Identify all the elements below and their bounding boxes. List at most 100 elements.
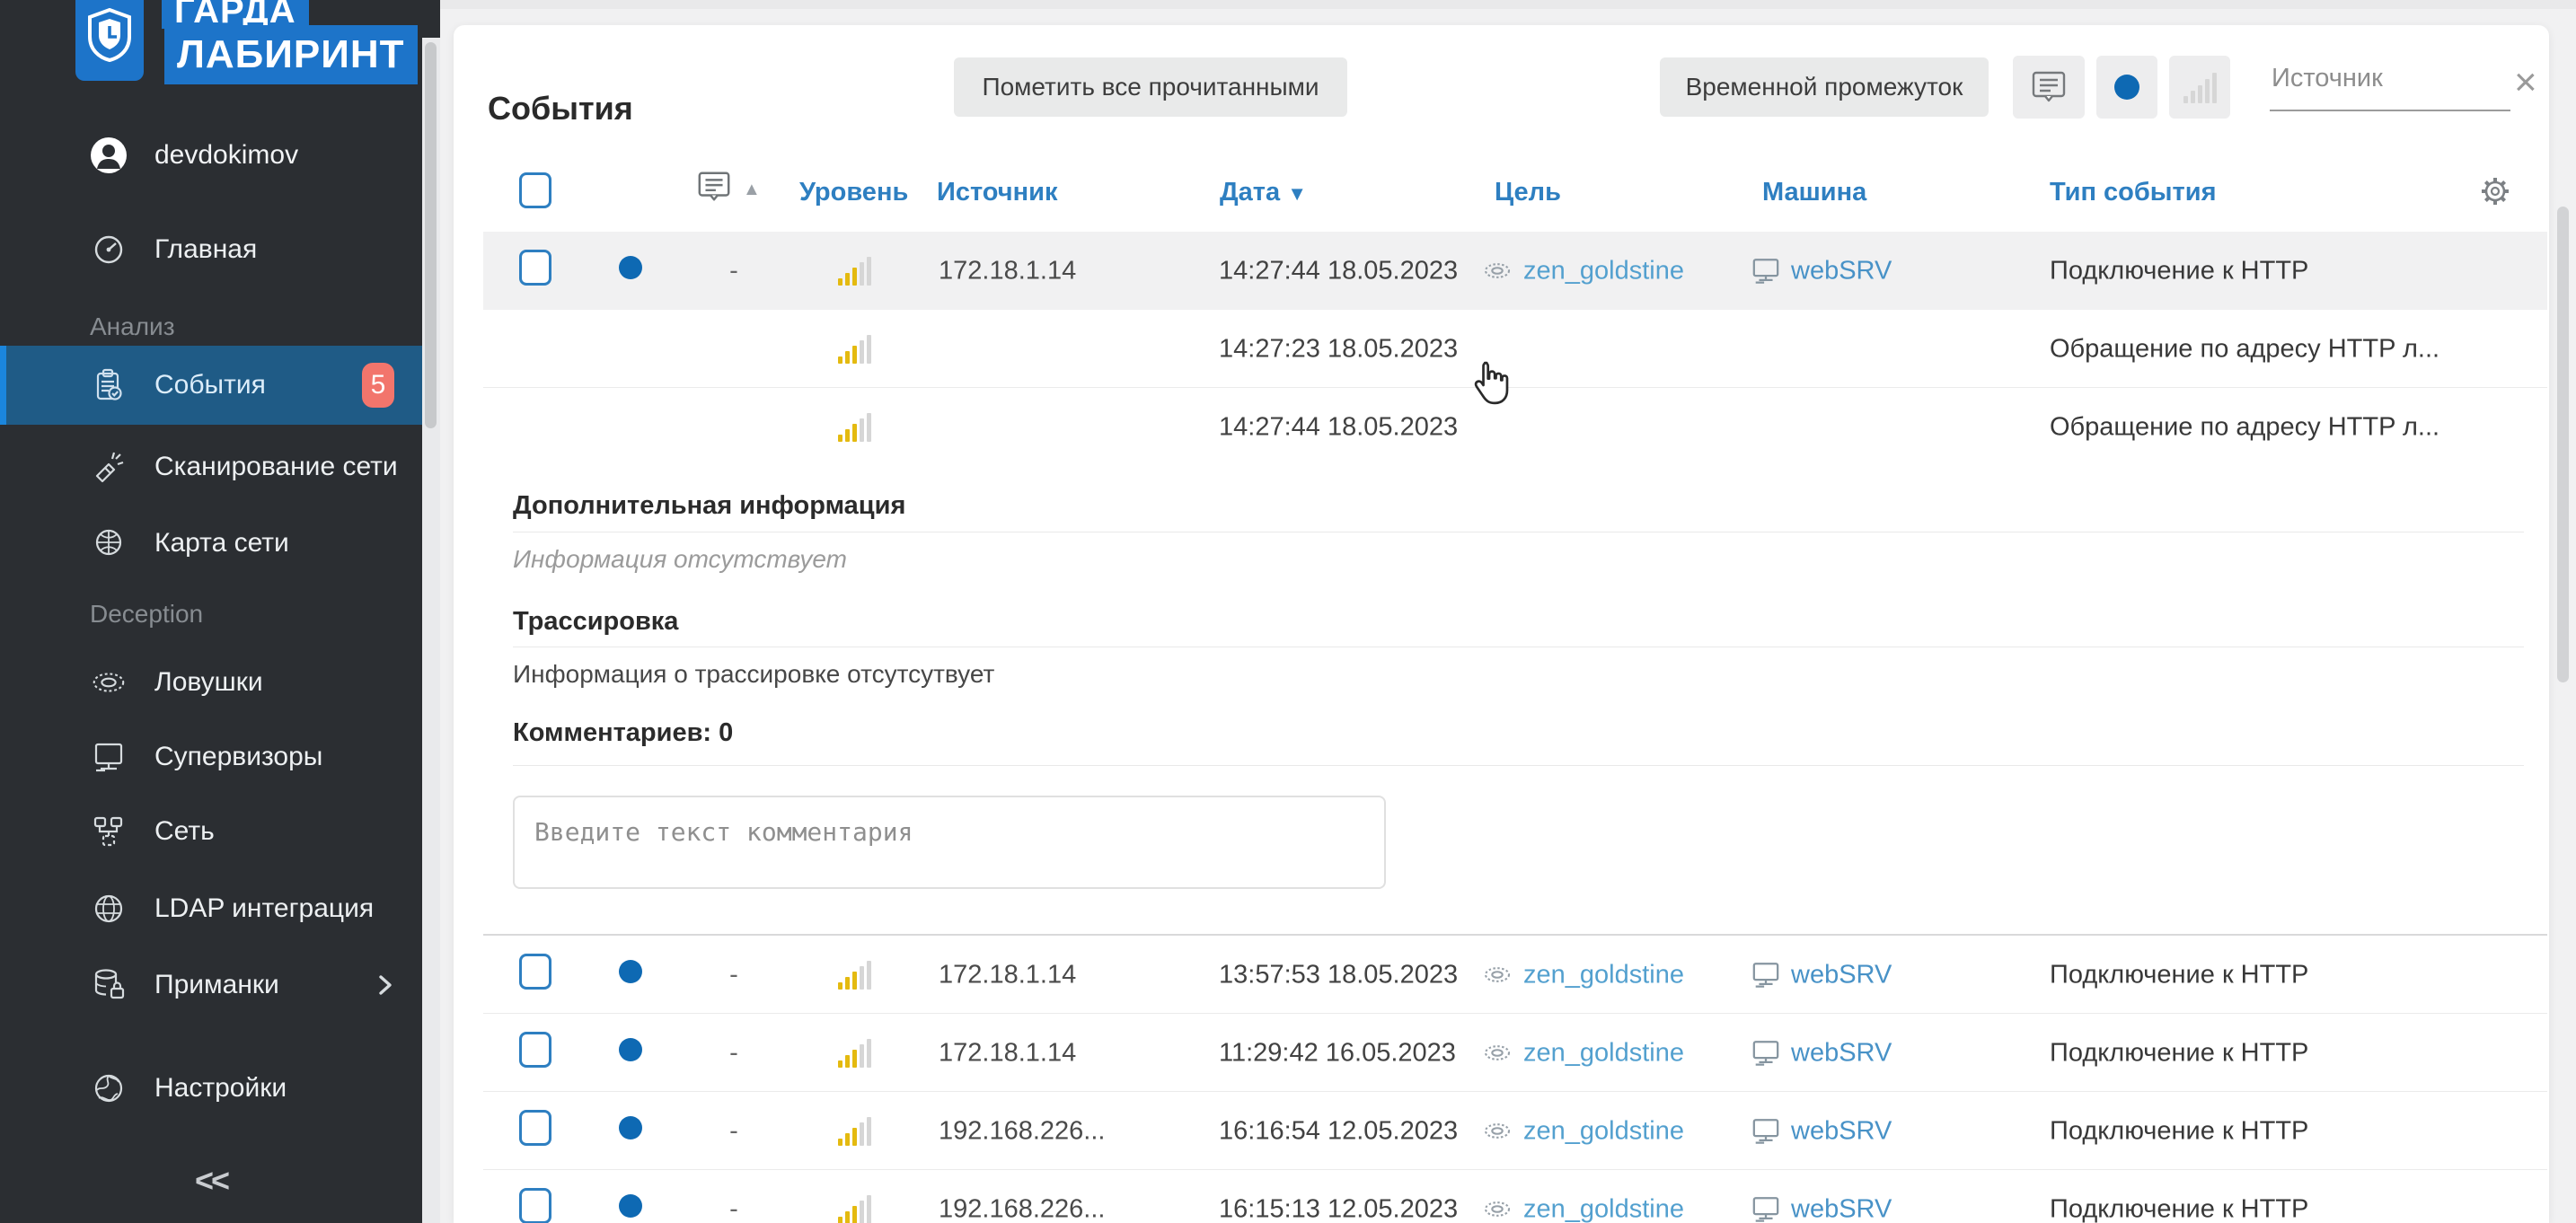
shield-labyrinth-icon: [86, 8, 133, 62]
sidebar-collapse-button[interactable]: <<: [0, 1162, 422, 1200]
table-row[interactable]: - 192.168.226... 16:15:13 12.05.2023 zen…: [454, 1170, 2549, 1223]
machine-link[interactable]: webSRV: [1791, 1116, 1892, 1146]
sidebar-scrollbar-thumb[interactable]: [425, 42, 437, 428]
machine-link[interactable]: webSRV: [1791, 1038, 1892, 1068]
monitor-icon: [90, 738, 128, 776]
target-link[interactable]: zen_goldstine: [1523, 960, 1684, 990]
unread-filter-button[interactable]: [2096, 56, 2157, 119]
machine-link[interactable]: webSRV: [1791, 960, 1892, 990]
sidebar-item-events[interactable]: События 5: [0, 346, 422, 425]
sort-asc-icon: ▲: [743, 180, 761, 200]
select-all-checkbox[interactable]: [519, 172, 551, 208]
target-link[interactable]: zen_goldstine: [1523, 1116, 1684, 1146]
table-header: ▲ Уровень Источник Дата ▼ Цель Машина Ти…: [454, 165, 2549, 223]
sidebar-item-label: LDAP интеграция: [154, 893, 374, 924]
row-checkbox[interactable]: [519, 1032, 551, 1068]
comments-column-icon[interactable]: [694, 169, 734, 205]
event-type: Обращение по адресу HTTP л...: [2050, 334, 2439, 364]
section-deception: Deception: [90, 600, 203, 629]
event-date: 14:27:44 18.05.2023: [1219, 412, 1458, 442]
trace-empty: Информация о трассировке отсутсутвует: [513, 660, 994, 689]
monitor-icon: [1750, 1195, 1782, 1223]
table-row[interactable]: 14:27:23 18.05.2023 Обращение по адресу …: [454, 310, 2549, 388]
database-lock-icon: [90, 966, 128, 1004]
monitor-icon: [1750, 1117, 1782, 1146]
sidebar-item-label: Главная: [154, 234, 257, 265]
time-range-button[interactable]: Временной промежуток: [1660, 57, 1989, 117]
table-row[interactable]: 14:27:44 18.05.2023 Обращение по адресу …: [454, 388, 2549, 466]
sidebar-item-home[interactable]: Главная: [0, 217, 422, 282]
event-type: Обращение по адресу HTTP л...: [2050, 412, 2439, 442]
sidebar-item-ldap[interactable]: LDAP интеграция: [0, 876, 422, 941]
user-account[interactable]: devdokimov: [90, 136, 298, 174]
machine-link[interactable]: webSRV: [1791, 1194, 1892, 1223]
sidebar-item-label: Карта сети: [154, 528, 289, 559]
table-row[interactable]: - 172.18.1.14 13:57:53 18.05.2023 zen_go…: [454, 936, 2549, 1014]
target-link[interactable]: zen_goldstine: [1523, 1194, 1684, 1223]
clipboard-check-icon: [90, 366, 128, 404]
table-row[interactable]: - 172.18.1.14 11:29:42 16.05.2023 zen_go…: [454, 1014, 2549, 1092]
trap-icon: [1480, 1198, 1514, 1221]
sidebar-item-label: Супервизоры: [154, 742, 322, 772]
source-ip: 172.18.1.14: [939, 256, 1076, 286]
column-target[interactable]: Цель: [1495, 178, 1561, 207]
machine-link[interactable]: webSRV: [1791, 256, 1892, 286]
event-type: Подключение к HTTP: [2050, 1038, 2308, 1068]
gauge-icon: [90, 231, 128, 268]
flashlight-icon: [90, 448, 128, 486]
sidebar-item-supervisors[interactable]: Супервизоры: [0, 725, 422, 789]
app-window: ГАРДА ЛАБИРИНТ devdokimov Главная Анализ…: [0, 0, 2576, 1223]
sidebar-item-network[interactable]: Сеть: [0, 799, 422, 864]
column-type[interactable]: Тип события: [2050, 178, 2216, 207]
column-level[interactable]: Уровень: [799, 178, 908, 207]
network-globe-icon: [90, 524, 128, 562]
source-ip: 172.18.1.14: [939, 1038, 1076, 1068]
target-link[interactable]: zen_goldstine: [1523, 256, 1684, 286]
chevron-right-icon[interactable]: [375, 972, 395, 999]
sidebar-scrollbar[interactable]: [422, 38, 440, 1223]
sidebar-item-label: Настройки: [154, 1073, 287, 1104]
level-icon: [838, 1195, 871, 1223]
table-row[interactable]: - 172.18.1.14 14:27:44 18.05.2023 zen_go…: [454, 232, 2549, 310]
sidebar-item-label: События: [154, 370, 266, 400]
row-checkbox[interactable]: [519, 1110, 551, 1146]
signal-bars-icon: [2183, 71, 2217, 103]
row-checkbox[interactable]: [519, 250, 551, 286]
column-source[interactable]: Источник: [937, 178, 1057, 207]
column-date[interactable]: Дата ▼: [1220, 178, 1307, 207]
level-filter-button[interactable]: [2169, 56, 2230, 119]
events-unread-badge: 5: [362, 363, 394, 408]
sidebar-item-network-scan[interactable]: Сканирование сети: [0, 435, 422, 499]
column-machine[interactable]: Машина: [1762, 178, 1866, 207]
event-type: Подключение к HTTP: [2050, 256, 2308, 286]
globe-icon: [90, 890, 128, 928]
sidebar: ГАРДА ЛАБИРИНТ devdokimov Главная Анализ…: [0, 0, 440, 1223]
main-scrollbar-thumb[interactable]: [2557, 207, 2569, 682]
row-checkbox[interactable]: [519, 1188, 551, 1223]
comments-count: -: [714, 1116, 754, 1146]
level-icon: [838, 413, 871, 442]
table-settings-gear-icon[interactable]: [2473, 169, 2518, 214]
brand-logo[interactable]: [75, 0, 144, 81]
event-date: 13:57:53 18.05.2023: [1219, 960, 1458, 990]
trap-icon: [1480, 260, 1514, 283]
level-icon: [838, 257, 871, 286]
sidebar-item-decoys[interactable]: Приманки: [0, 953, 422, 1017]
gear-icon: [90, 1069, 128, 1107]
sidebar-item-network-map[interactable]: Карта сети: [0, 511, 422, 576]
source-filter-input[interactable]: [2270, 63, 2514, 94]
comments-filter-button[interactable]: [2013, 56, 2085, 119]
clear-filter-icon[interactable]: ×: [2514, 59, 2537, 106]
comment-input[interactable]: [513, 796, 1386, 889]
comments-count: -: [714, 960, 754, 990]
mark-all-read-button[interactable]: Пометить все прочитанными: [954, 57, 1347, 117]
unread-dot: [619, 1194, 642, 1218]
table-row[interactable]: - 192.168.226... 16:16:54 12.05.2023 zen…: [454, 1092, 2549, 1170]
row-checkbox[interactable]: [519, 954, 551, 990]
sidebar-item-traps[interactable]: Ловушки: [0, 650, 422, 715]
target-link[interactable]: zen_goldstine: [1523, 1038, 1684, 1068]
sidebar-item-settings[interactable]: Настройки: [0, 1056, 422, 1121]
user-name: devdokimov: [154, 140, 298, 171]
trap-icon: [1480, 963, 1514, 987]
monitor-icon: [1750, 961, 1782, 990]
